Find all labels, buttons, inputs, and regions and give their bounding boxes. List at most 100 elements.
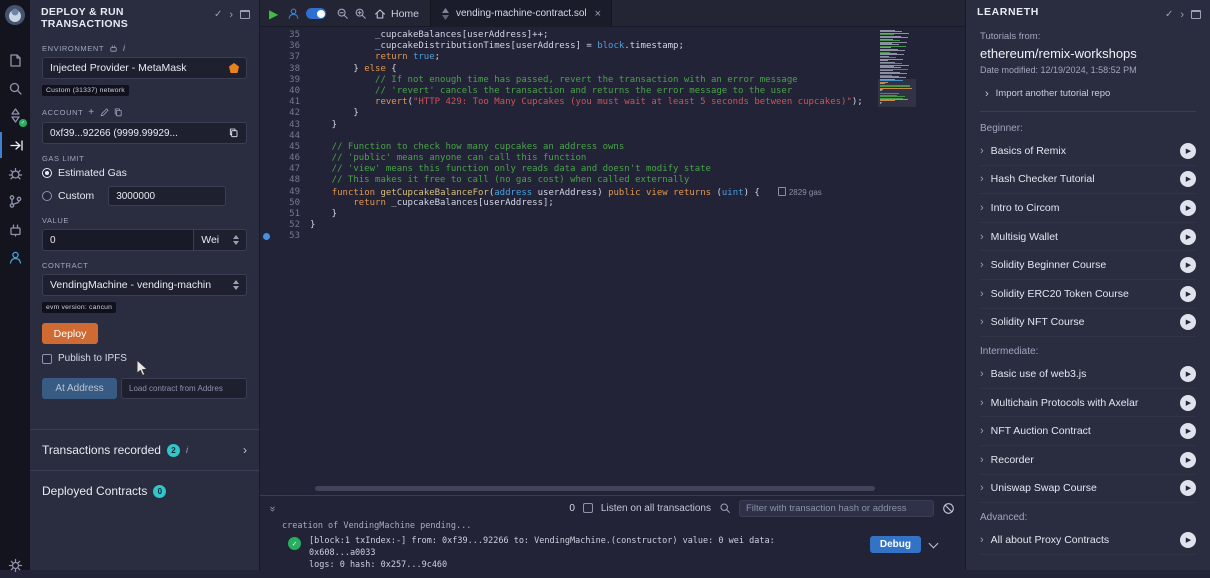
tab-home[interactable]: Home xyxy=(374,0,419,27)
code-line[interactable]: 40 // 'revert' cancels the transaction a… xyxy=(260,86,863,97)
tab-open-file[interactable]: vending-machine-contract.sol × xyxy=(430,0,612,27)
tutorial-item[interactable]: ›Multichain Protocols with Axelar▶ xyxy=(980,389,1196,418)
play-icon[interactable]: ▶ xyxy=(1180,395,1196,411)
run-script-icon[interactable]: ▶ xyxy=(269,0,278,27)
play-icon[interactable]: ▶ xyxy=(1180,143,1196,159)
code-line[interactable]: 49 function getCupcakeBalanceFor(address… xyxy=(260,187,863,198)
code-line[interactable]: 46 // 'public' means anyone can call thi… xyxy=(260,153,863,164)
publish-ipfs-checkbox[interactable] xyxy=(42,354,52,364)
expand-log-icon[interactable] xyxy=(929,539,939,549)
git-icon[interactable] xyxy=(0,188,30,214)
panel-popout-icon[interactable] xyxy=(1191,10,1201,19)
deploy-run-icon[interactable] xyxy=(0,132,30,158)
custom-gas-input[interactable] xyxy=(108,186,226,206)
play-icon[interactable]: ▶ xyxy=(1180,171,1196,187)
code-line[interactable]: 37 return true; xyxy=(260,52,863,63)
deploy-button[interactable]: Deploy xyxy=(42,323,98,344)
chevron-right-icon[interactable]: › xyxy=(243,443,247,457)
tutorial-item[interactable]: ›Basics of Remix▶ xyxy=(980,137,1196,166)
tutorial-item[interactable]: ›All about Proxy Contracts▶ xyxy=(980,526,1196,555)
play-icon[interactable]: ▶ xyxy=(1180,229,1196,245)
stepper-icons[interactable] xyxy=(233,235,239,245)
panel-popout-icon[interactable] xyxy=(240,10,250,19)
panel-expand-icon[interactable]: › xyxy=(229,10,233,20)
code-line[interactable]: 36 _cupcakeDistributionTimes[userAddress… xyxy=(260,41,863,52)
code-line[interactable]: 53 xyxy=(260,231,863,242)
copy-icon[interactable] xyxy=(114,108,123,117)
deployed-contracts-row[interactable]: Deployed Contracts 0 xyxy=(30,470,259,511)
edit-icon[interactable] xyxy=(100,108,109,117)
contract-select[interactable]: VendingMachine - vending-machin xyxy=(42,274,247,296)
code-line[interactable]: 43 } xyxy=(260,120,863,131)
tutorial-item[interactable]: ›Intro to Circom▶ xyxy=(980,194,1196,223)
account-copy-icon[interactable] xyxy=(229,128,239,138)
horizontal-scrollbar[interactable] xyxy=(315,486,875,491)
learneth-plugin-icon[interactable] xyxy=(0,244,30,270)
code-line[interactable]: 51 } xyxy=(260,209,863,220)
play-icon[interactable]: ▶ xyxy=(1180,366,1196,382)
tutorial-item[interactable]: ›Uniswap Swap Course▶ xyxy=(980,475,1196,504)
at-address-input[interactable] xyxy=(121,378,247,399)
tutorial-item[interactable]: ›Solidity ERC20 Token Course▶ xyxy=(980,280,1196,309)
play-icon[interactable]: ▶ xyxy=(1180,314,1196,330)
search-icon[interactable] xyxy=(0,75,30,101)
zoom-out-icon[interactable] xyxy=(336,0,349,27)
settings-gear-icon[interactable] xyxy=(0,552,30,578)
plugin-manager-icon[interactable] xyxy=(0,216,30,242)
terminal-collapse-icon[interactable]: » xyxy=(267,506,278,511)
play-icon[interactable]: ▶ xyxy=(1180,452,1196,468)
code-editor[interactable]: 35 _cupcakeBalances[userAddress]++;36 _c… xyxy=(260,30,863,243)
transactions-recorded-row[interactable]: Transactions recorded 2 i › xyxy=(30,429,259,470)
tutorial-item[interactable]: ›Multisig Wallet▶ xyxy=(980,223,1196,252)
tutorial-item[interactable]: ›NFT Auction Contract▶ xyxy=(980,417,1196,446)
workspace-icon[interactable] xyxy=(0,47,30,73)
code-line[interactable]: 39 // If not enough time has passed, rev… xyxy=(260,75,863,86)
solidity-compiler-icon[interactable]: ✓ xyxy=(0,102,30,128)
minimap[interactable] xyxy=(880,30,914,106)
value-unit-select[interactable]: Wei xyxy=(193,229,247,251)
remix-logo[interactable] xyxy=(3,3,27,27)
code-line[interactable]: 42 } xyxy=(260,108,863,119)
panel-expand-icon[interactable]: › xyxy=(1180,10,1184,20)
code-line[interactable]: 44 xyxy=(260,131,863,142)
clear-console-icon[interactable] xyxy=(942,502,955,515)
code-line[interactable]: 38 } else { xyxy=(260,64,863,75)
code-line[interactable]: 35 _cupcakeBalances[userAddress]++; xyxy=(260,30,863,41)
terminal-filter-input[interactable] xyxy=(739,500,934,517)
account-select[interactable]: 0xf39...92266 (9999.99929... xyxy=(42,122,247,144)
debugger-icon[interactable] xyxy=(0,160,30,186)
at-address-button[interactable]: At Address xyxy=(42,378,117,399)
play-icon[interactable]: ▶ xyxy=(1180,286,1196,302)
code-line[interactable]: 47 // 'view' means this function only re… xyxy=(260,164,863,175)
play-icon[interactable]: ▶ xyxy=(1180,257,1196,273)
import-repo-link[interactable]: › Import another tutorial repo xyxy=(980,88,1196,99)
tutorial-item[interactable]: ›Recorder▶ xyxy=(980,446,1196,475)
add-account-icon[interactable]: + xyxy=(88,107,94,118)
info-icon[interactable]: i xyxy=(123,43,126,53)
play-icon[interactable]: ▶ xyxy=(1180,200,1196,216)
value-input[interactable] xyxy=(42,229,193,251)
account-person-icon[interactable] xyxy=(287,0,300,27)
code-line[interactable]: 52} xyxy=(260,220,863,231)
tutorial-item[interactable]: ›Solidity NFT Course▶ xyxy=(980,309,1196,338)
code-line[interactable]: 45 // Function to check how many cupcake… xyxy=(260,142,863,153)
custom-gas-radio[interactable] xyxy=(42,191,52,201)
environment-select[interactable]: Injected Provider - MetaMask xyxy=(42,57,247,79)
transaction-log[interactable]: ✓ [block:1 txIndex:-] from: 0xf39...9226… xyxy=(288,535,845,571)
listen-checkbox[interactable] xyxy=(583,503,593,513)
ai-toggle[interactable] xyxy=(306,0,326,27)
play-icon[interactable]: ▶ xyxy=(1180,423,1196,439)
tutorial-item[interactable]: ›Hash Checker Tutorial▶ xyxy=(980,166,1196,195)
info-icon[interactable]: i xyxy=(186,445,188,455)
debug-button[interactable]: Debug xyxy=(870,536,921,553)
zoom-in-icon[interactable] xyxy=(354,0,367,27)
tutorial-item[interactable]: ›Basic use of web3.js▶ xyxy=(980,360,1196,389)
estimated-gas-radio[interactable] xyxy=(42,168,52,178)
code-line[interactable]: 41 revert("HTTP 429: Too Many Cupcakes (… xyxy=(260,97,863,108)
tutorial-item[interactable]: ›Solidity Beginner Course▶ xyxy=(980,251,1196,280)
play-icon[interactable]: ▶ xyxy=(1180,480,1196,496)
code-line[interactable]: 50 return _cupcakeBalances[userAddress]; xyxy=(260,198,863,209)
close-tab-icon[interactable]: × xyxy=(595,8,601,20)
code-line[interactable]: 48 // This makes it free to call (no gas… xyxy=(260,175,863,186)
play-icon[interactable]: ▶ xyxy=(1180,532,1196,548)
